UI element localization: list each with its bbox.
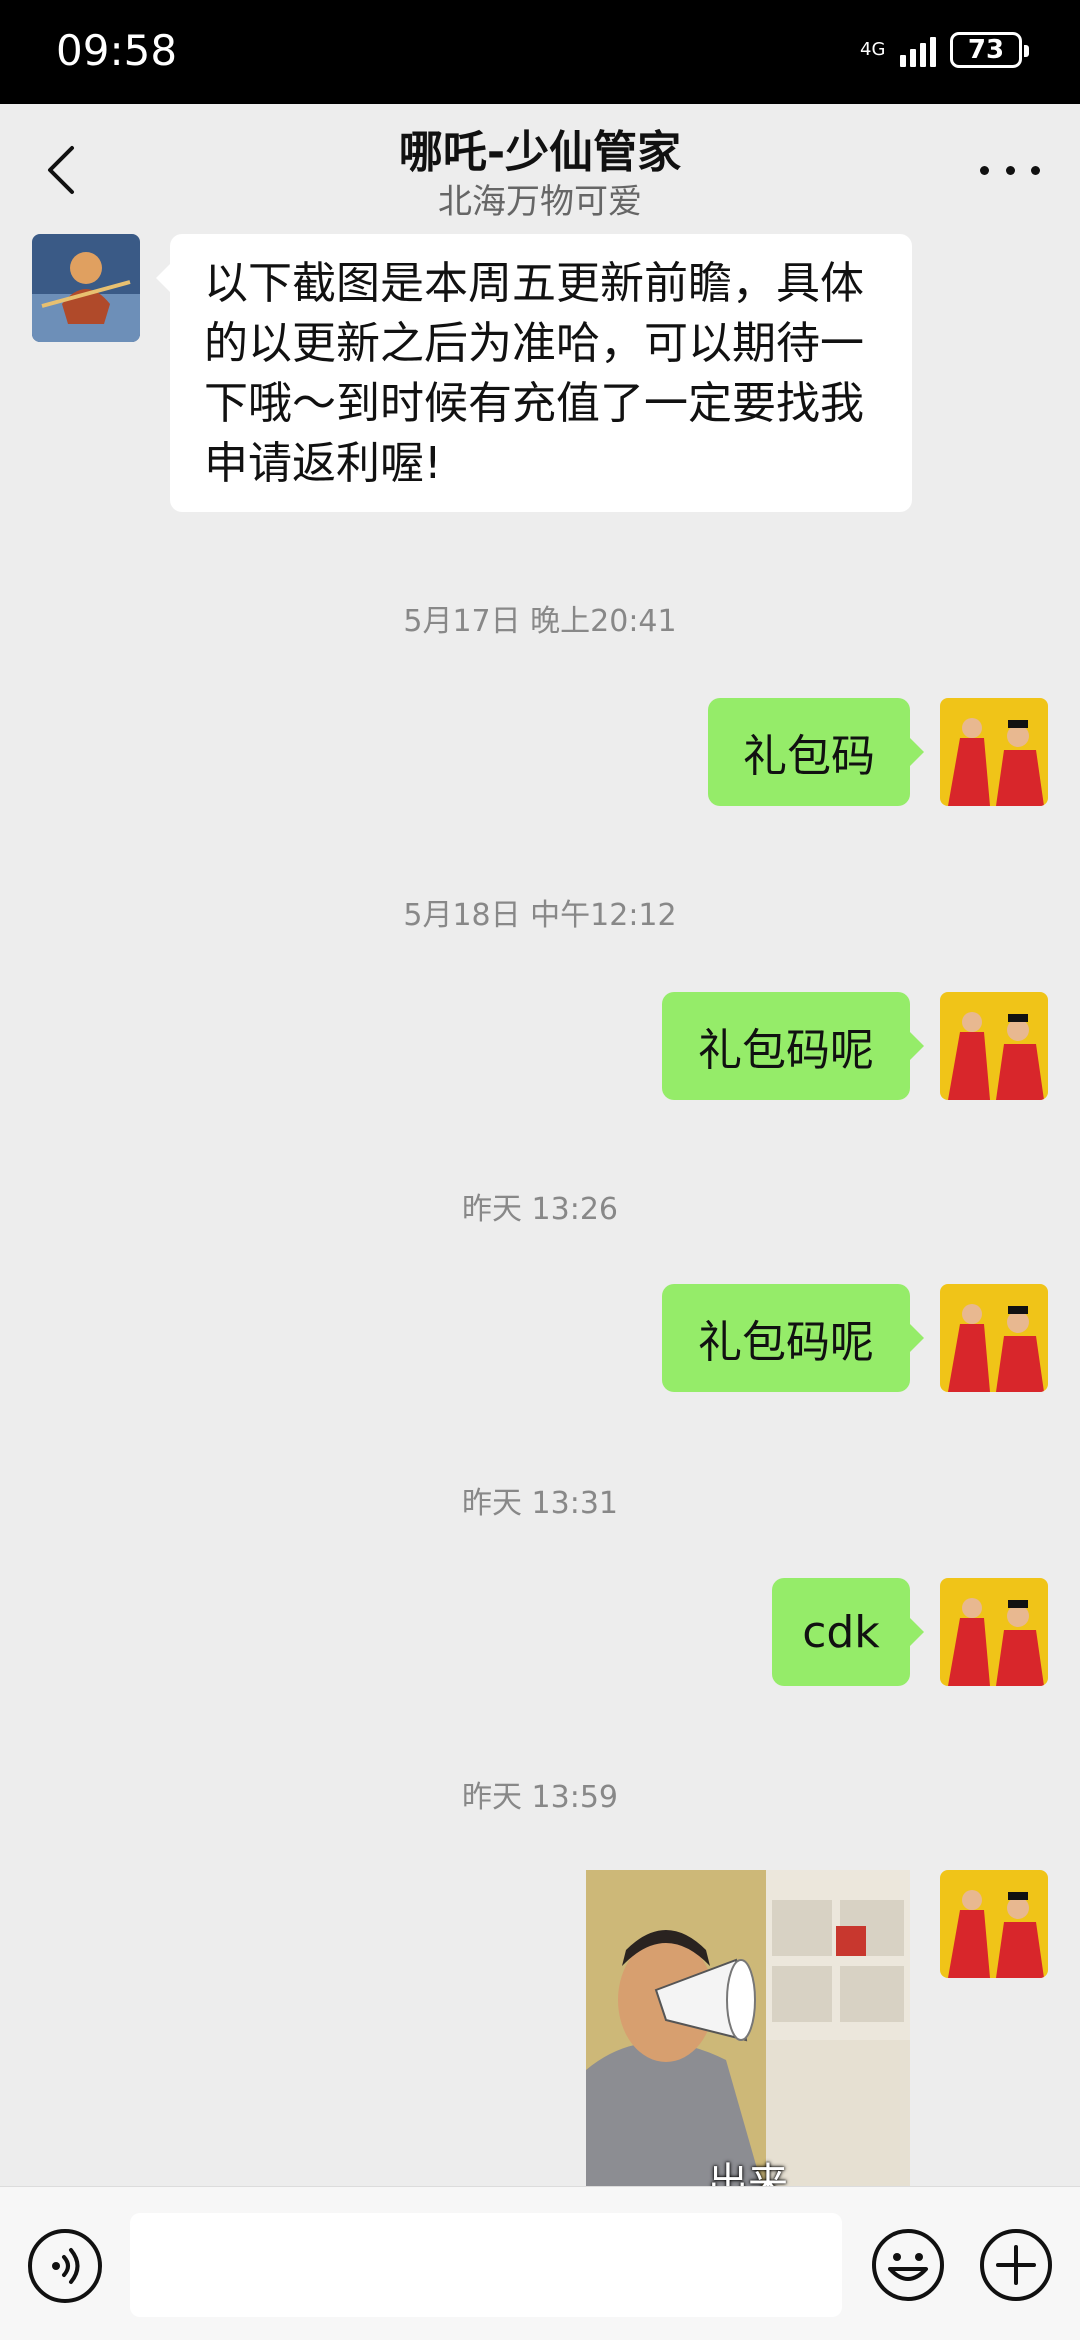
sticker-image[interactable]: 出来 bbox=[586, 1870, 910, 2200]
timestamp: 昨天 13:26 bbox=[462, 1192, 618, 1227]
chat-header: 哪吒-少仙管家 北海万物可爱 bbox=[0, 104, 1080, 234]
ellipsis-icon bbox=[980, 165, 989, 175]
contact-avatar[interactable] bbox=[32, 234, 140, 342]
signal-icon bbox=[900, 33, 936, 67]
message-text: 礼包码呢 bbox=[698, 1317, 874, 1368]
status-bar: 09:58 4G 73 bbox=[0, 0, 1080, 104]
more-button[interactable] bbox=[980, 158, 1040, 182]
battery-level: 73 bbox=[967, 35, 1005, 65]
status-time: 09:58 bbox=[56, 26, 178, 75]
plus-icon bbox=[980, 2229, 1052, 2301]
emoji-button[interactable] bbox=[870, 2227, 946, 2303]
message-text: 以下截图是本周五更新前瞻，具体 的以更新之后为准哈，可以期待一 下哦～到时候有充… bbox=[204, 258, 864, 489]
emoji-icon bbox=[872, 2229, 944, 2301]
message-bubble-outgoing[interactable]: 礼包码呢 bbox=[662, 992, 924, 1100]
input-bar bbox=[0, 2186, 1080, 2340]
self-avatar[interactable] bbox=[940, 698, 1048, 806]
timestamp: 5月17日 晚上20:41 bbox=[403, 604, 677, 639]
message-text: cdk bbox=[802, 1606, 880, 1658]
message-bubble-outgoing[interactable]: 礼包码 bbox=[708, 698, 924, 806]
message-input[interactable] bbox=[130, 2213, 842, 2317]
message-bubble-outgoing[interactable]: 礼包码呢 bbox=[662, 1284, 924, 1392]
plus-button[interactable] bbox=[978, 2227, 1054, 2303]
message-bubble-outgoing[interactable]: cdk bbox=[772, 1578, 924, 1686]
timestamp: 5月18日 中午12:12 bbox=[403, 898, 677, 933]
voice-icon bbox=[52, 2248, 80, 2284]
message-text: 礼包码呢 bbox=[698, 1025, 874, 1076]
voice-button[interactable] bbox=[28, 2229, 102, 2303]
network-label: 4G bbox=[860, 39, 886, 60]
battery-icon: 73 bbox=[950, 32, 1029, 68]
message-bubble-incoming[interactable]: 以下截图是本周五更新前瞻，具体 的以更新之后为准哈，可以期待一 下哦～到时候有充… bbox=[156, 234, 912, 512]
message-list[interactable]: 以下截图是本周五更新前瞻，具体 的以更新之后为准哈，可以期待一 下哦～到时候有充… bbox=[0, 234, 1080, 2186]
status-indicators: 4G 73 bbox=[860, 32, 1029, 68]
message-text: 礼包码 bbox=[743, 731, 875, 782]
self-avatar[interactable] bbox=[940, 992, 1048, 1100]
self-avatar[interactable] bbox=[940, 1870, 1048, 1978]
timestamp: 昨天 13:59 bbox=[462, 1780, 618, 1815]
timestamp: 昨天 13:31 bbox=[462, 1486, 618, 1521]
chat-subtitle: 北海万物可爱 bbox=[438, 182, 642, 222]
chat-title: 哪吒-少仙管家 bbox=[398, 127, 682, 178]
self-avatar[interactable] bbox=[940, 1284, 1048, 1392]
self-avatar[interactable] bbox=[940, 1578, 1048, 1686]
